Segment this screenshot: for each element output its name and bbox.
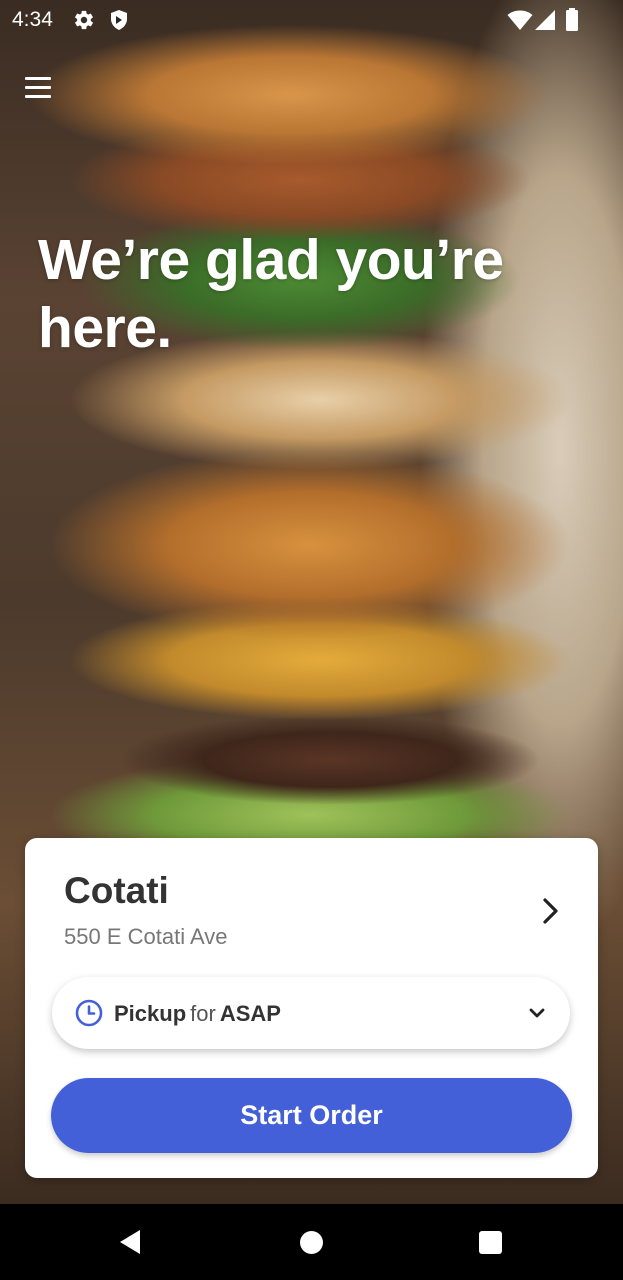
- pickup-summary: Pickup for ASAP: [114, 1001, 281, 1027]
- location-card: Cotati 550 E Cotati Ave Pickup for ASAP St…: [25, 838, 598, 1178]
- pickup-time-selector[interactable]: Pickup for ASAP: [52, 977, 570, 1049]
- wifi-icon: [507, 10, 533, 30]
- hero-background-image: 4:34 We’re glad you’re here. Cotati 550 …: [0, 0, 623, 1204]
- clock-icon: [75, 999, 103, 1027]
- back-icon[interactable]: [118, 1228, 142, 1256]
- hero-headline: We’re glad you’re here.: [38, 228, 504, 360]
- home-icon[interactable]: [300, 1231, 323, 1254]
- pickup-mode: Pickup: [114, 1001, 187, 1026]
- pickup-connector: for: [190, 1001, 216, 1026]
- shield-icon: [111, 10, 127, 30]
- status-bar: 4:34: [0, 0, 623, 40]
- hamburger-menu-icon[interactable]: [24, 74, 52, 102]
- pickup-time: ASAP: [219, 1001, 281, 1026]
- battery-icon: [566, 8, 578, 31]
- chevron-down-icon: [529, 1008, 545, 1018]
- location-name[interactable]: Cotati: [64, 870, 169, 912]
- android-nav-bar: [0, 1204, 623, 1280]
- location-address[interactable]: 550 E Cotati Ave: [64, 924, 228, 950]
- start-order-button[interactable]: Start Order: [51, 1078, 572, 1153]
- chevron-right-icon[interactable]: [537, 896, 563, 926]
- signal-icon: [535, 10, 555, 30]
- recent-apps-icon[interactable]: [479, 1231, 502, 1254]
- status-time: 4:34: [12, 8, 53, 31]
- gear-icon: [75, 10, 93, 30]
